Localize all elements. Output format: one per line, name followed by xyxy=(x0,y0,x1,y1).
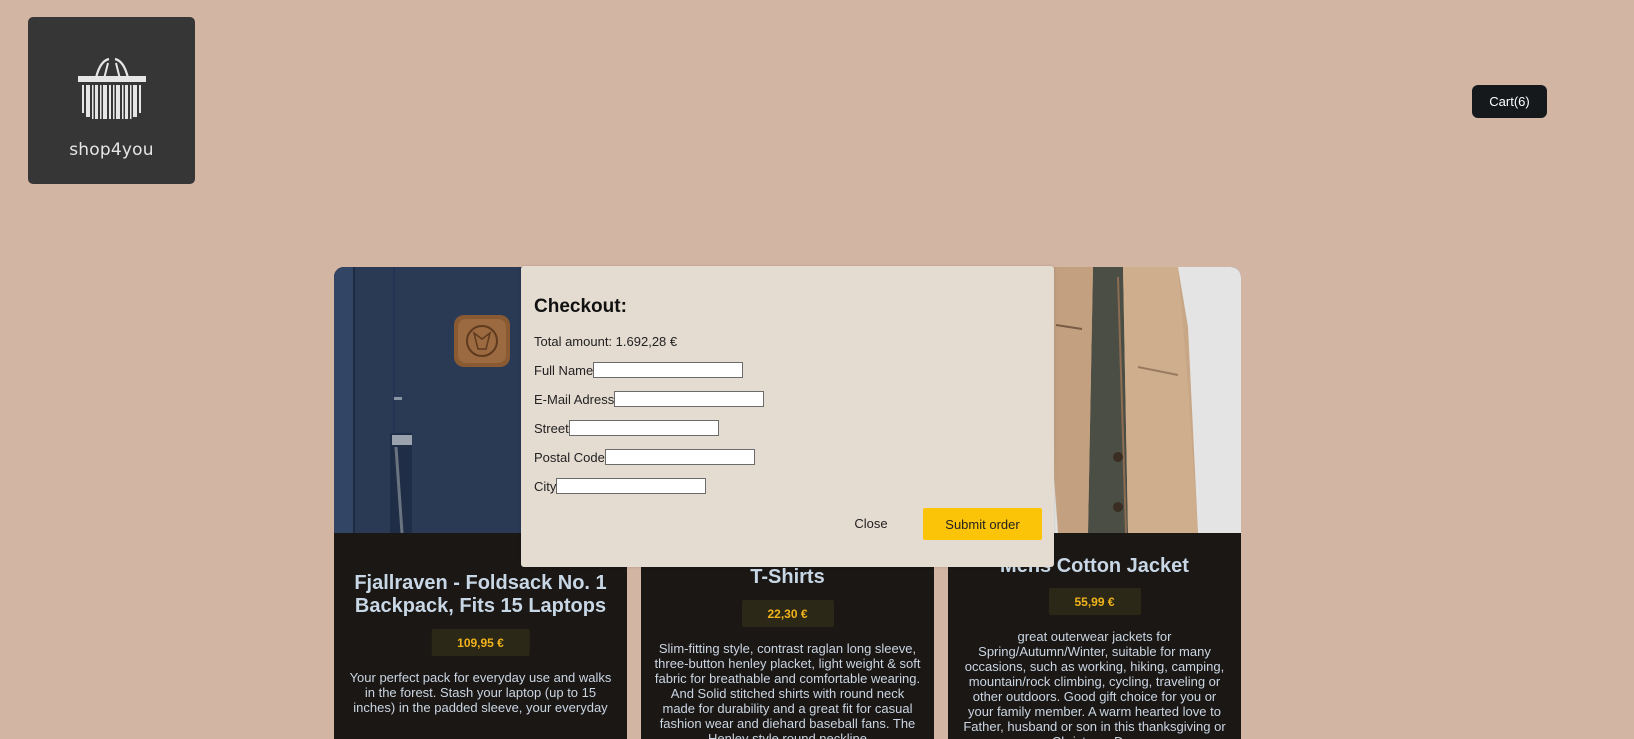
city-field[interactable] xyxy=(556,478,707,494)
brand-name: shop4you xyxy=(69,140,154,160)
checkout-title: Checkout: xyxy=(534,296,627,317)
total-value: 1.692,28 € xyxy=(615,334,678,349)
postal-code-label: Postal Code xyxy=(534,449,605,465)
email-label: E-Mail Adress xyxy=(534,391,615,407)
close-button[interactable]: Close xyxy=(842,508,900,539)
city-row: City xyxy=(534,478,707,494)
brand-logo[interactable]: shop4you xyxy=(28,17,195,184)
product-price: 22,30 € xyxy=(741,600,834,627)
submit-order-button[interactable]: Submit order xyxy=(923,508,1042,540)
total-amount: Total amount: 1.692,28 € xyxy=(534,334,677,349)
product-description: Slim-fitting style, contrast raglan long… xyxy=(654,641,921,739)
product-title[interactable]: T-Shirts xyxy=(651,566,924,589)
full-name-label: Full Name xyxy=(534,362,594,378)
product-price: 109,95 € xyxy=(431,629,530,656)
product-description: great outerwear jackets for Spring/Autum… xyxy=(963,629,1226,739)
checkout-modal: Checkout: Total amount: 1.692,28 € Full … xyxy=(521,266,1054,567)
product-title[interactable]: Fjallraven - Foldsack No. 1 Backpack, Fi… xyxy=(344,572,617,618)
full-name-field[interactable] xyxy=(593,362,744,378)
page: shop4you Cart(6) Fjallraven - Foldsack N… xyxy=(0,0,1634,739)
product-description: Your perfect pack for everyday use and w… xyxy=(349,670,612,715)
street-field[interactable] xyxy=(568,420,719,436)
postal-code-field[interactable] xyxy=(604,449,755,465)
postal-code-row: Postal Code xyxy=(534,449,755,465)
full-name-row: Full Name xyxy=(534,362,744,378)
email-row: E-Mail Adress xyxy=(534,391,765,407)
street-row: Street xyxy=(534,420,719,436)
email-field[interactable] xyxy=(614,391,765,407)
cart-button[interactable]: Cart(6) xyxy=(1472,85,1547,118)
total-label: Total amount: xyxy=(534,334,613,349)
shopping-basket-barcode-icon xyxy=(78,57,146,119)
city-label: City xyxy=(534,478,557,494)
product-price: 55,99 € xyxy=(1048,588,1141,615)
street-label: Street xyxy=(534,420,569,436)
